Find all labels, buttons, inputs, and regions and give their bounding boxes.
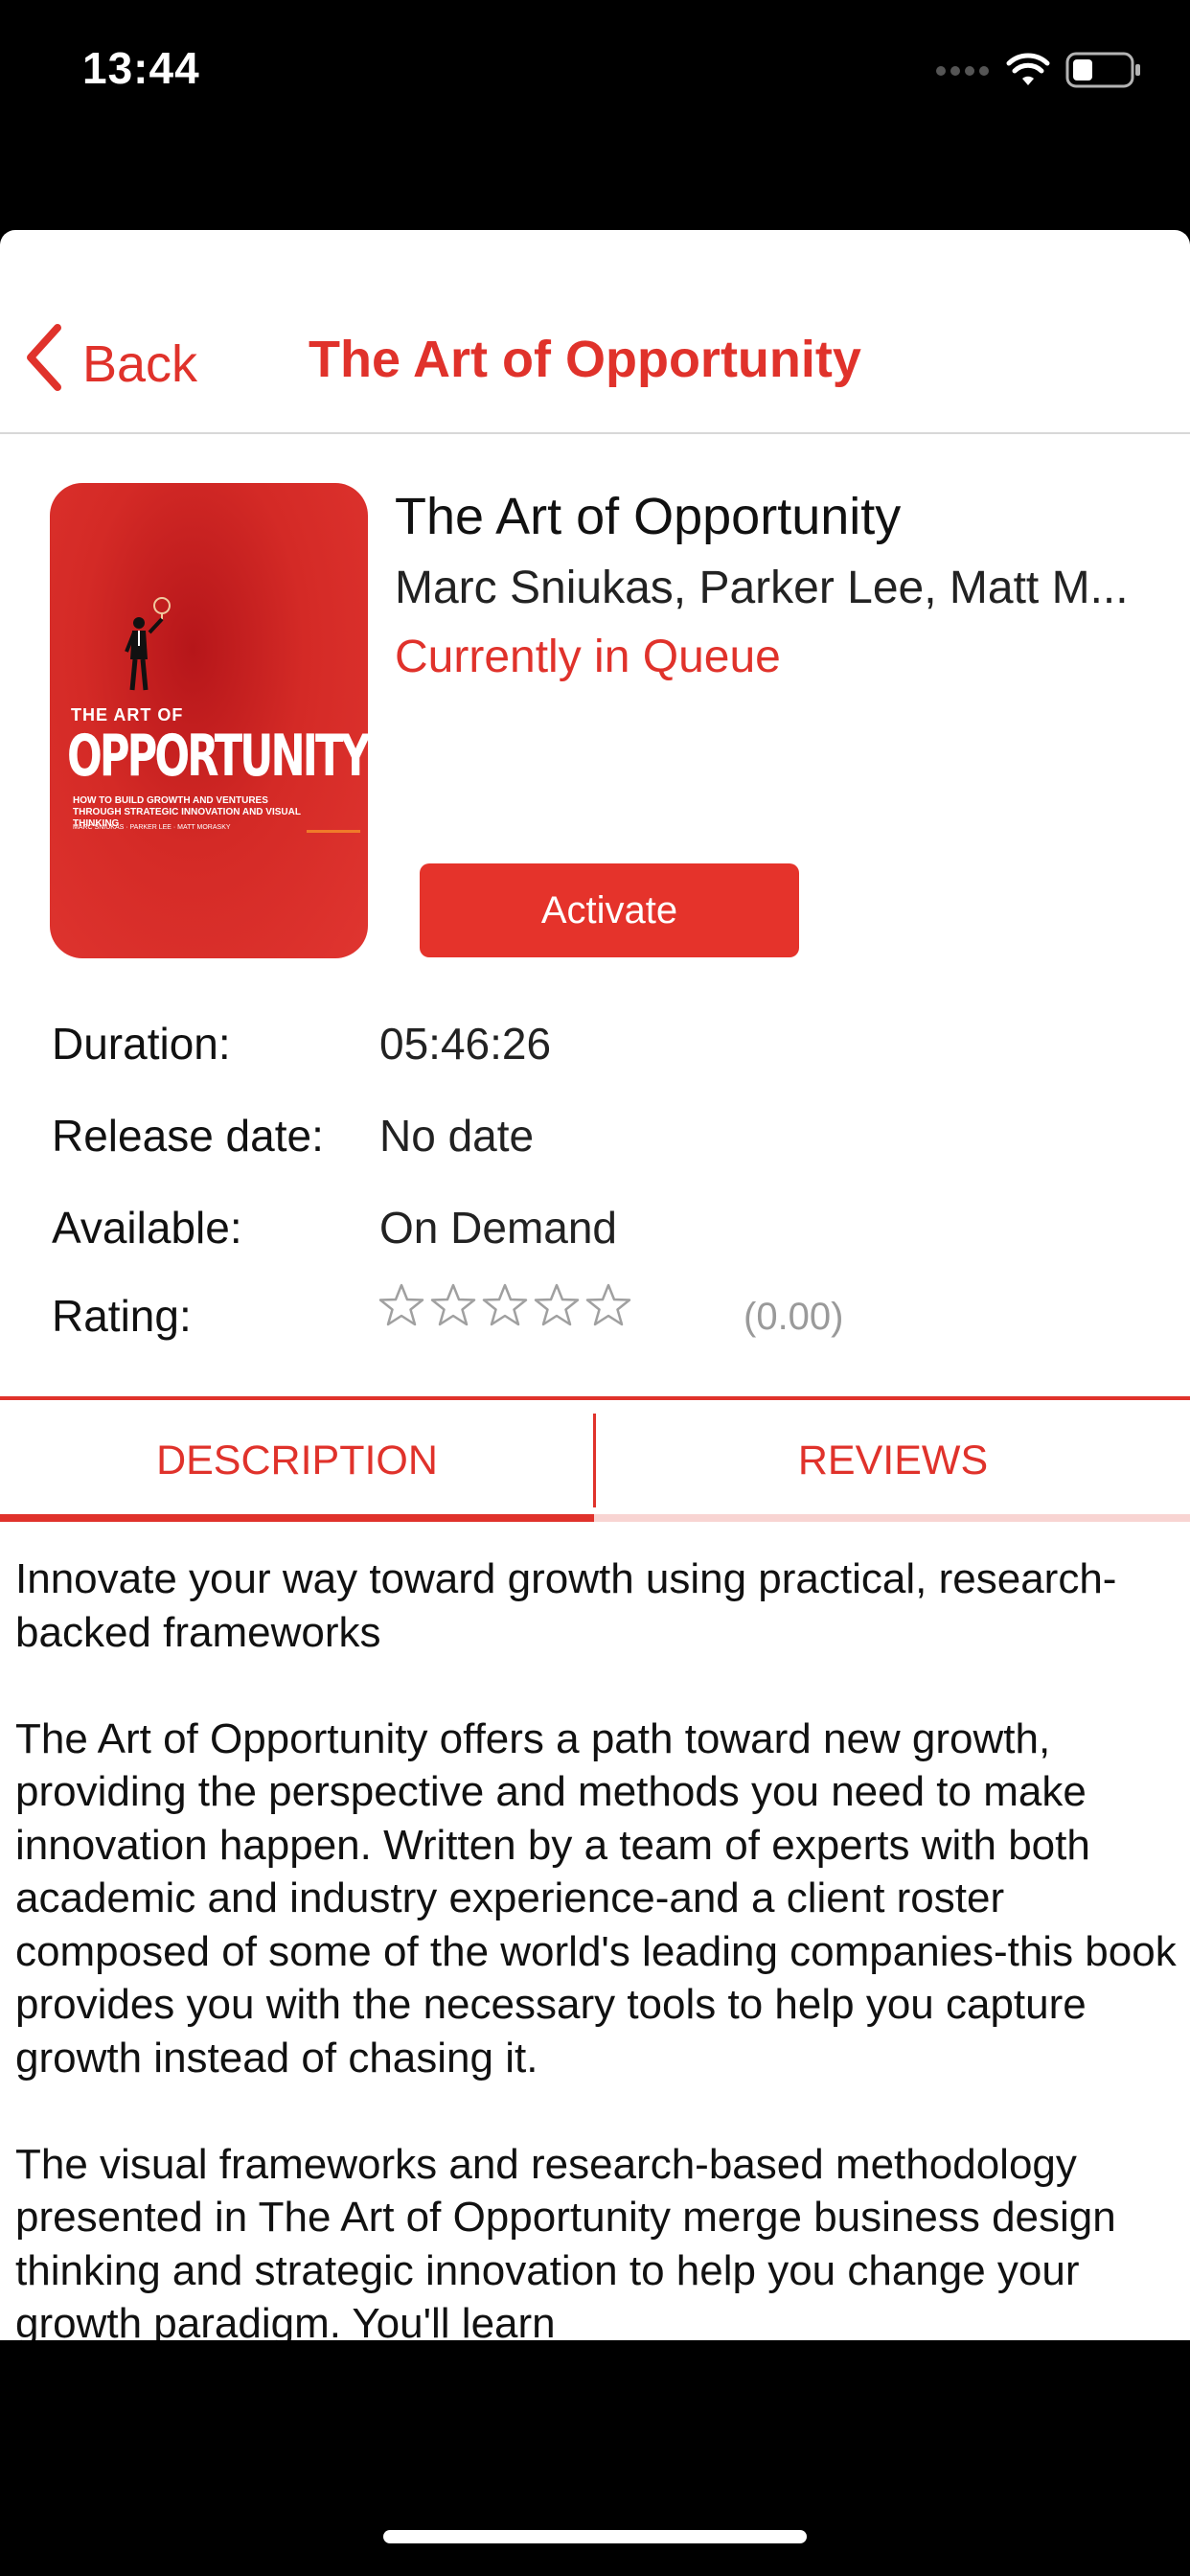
tab-reviews[interactable]: REVIEWS [596, 1400, 1190, 1521]
wifi-icon [1006, 53, 1050, 92]
navigation-bar: Back The Art of Opportunity [0, 230, 1190, 434]
chevron-left-icon [25, 324, 82, 403]
description-text: Innovate your way toward growth using pr… [15, 1555, 1177, 2340]
duration-value: 05:46:26 [379, 1019, 552, 1069]
star-empty-icon [584, 1282, 632, 1333]
page-title: The Art of Opportunity [309, 331, 861, 388]
book-authors: Marc Sniukas, Parker Lee, Matt M... [395, 563, 1129, 613]
available-value: On Demand [379, 1203, 618, 1253]
cover-stripe [307, 830, 360, 833]
book-title: The Art of Opportunity [395, 488, 902, 545]
battery-icon [1065, 52, 1142, 93]
rating-label: Rating: [52, 1291, 192, 1341]
star-empty-icon [378, 1282, 425, 1333]
available-label: Available: [52, 1203, 242, 1253]
home-indicator[interactable] [383, 2530, 807, 2543]
status-bar: 13:44 [0, 0, 1190, 144]
tab-description[interactable]: DESCRIPTION [0, 1400, 594, 1521]
status-time: 13:44 [82, 43, 200, 93]
star-empty-icon [481, 1282, 529, 1333]
duration-label: Duration: [52, 1019, 231, 1069]
release-date-value: No date [379, 1111, 535, 1161]
back-button[interactable]: Back [25, 324, 197, 403]
back-label: Back [82, 334, 198, 393]
rating-value: (0.00) [744, 1296, 844, 1338]
book-detail-screen: Back The Art of Opportunity THE ART OF O… [0, 230, 1190, 2340]
star-empty-icon [533, 1282, 581, 1333]
status-icons [935, 52, 1142, 93]
activate-button[interactable]: Activate [420, 863, 799, 957]
tab-active-indicator [0, 1514, 594, 1522]
cover-title-big: OPPORTUNITY [67, 723, 368, 790]
queue-status: Currently in Queue [395, 632, 781, 682]
release-date-label: Release date: [52, 1111, 324, 1161]
cellular-signal-icon [935, 64, 991, 81]
businessman-illustration [107, 594, 184, 704]
rating-stars [378, 1282, 632, 1333]
book-cover-image: THE ART OF OPPORTUNITY HOW TO BUILD GROW… [50, 483, 368, 958]
cover-authors: MARC SNIUKAS · PARKER LEE · MATT MORASKY [73, 824, 231, 831]
star-empty-icon [429, 1282, 477, 1333]
tab-inactive-indicator [594, 1514, 1190, 1522]
